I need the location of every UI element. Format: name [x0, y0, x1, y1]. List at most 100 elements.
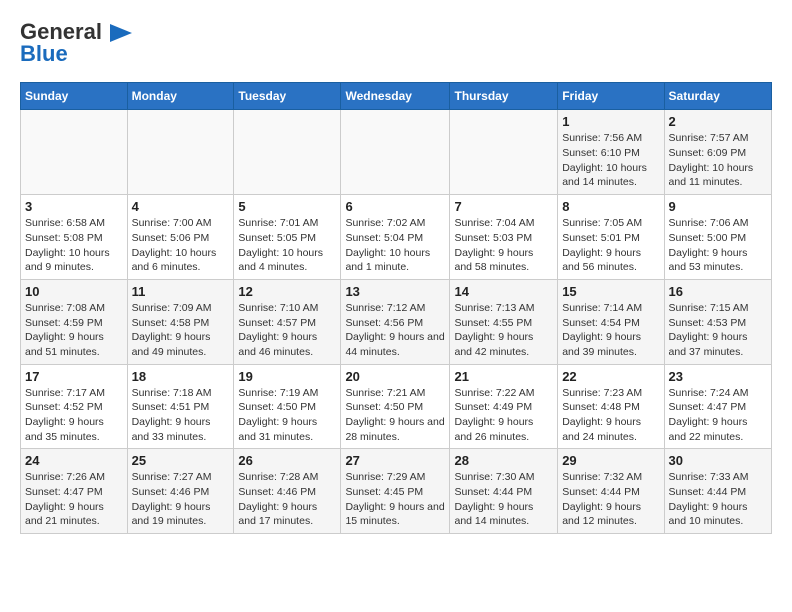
day-number: 22	[562, 369, 659, 384]
calendar-cell: 6 Sunrise: 7:02 AM Sunset: 5:04 PM Daylig…	[341, 195, 450, 280]
calendar-cell: 20 Sunrise: 7:21 AM Sunset: 4:50 PM Dayli…	[341, 364, 450, 449]
day-number: 20	[345, 369, 445, 384]
day-info: Sunrise: 7:00 AM Sunset: 5:06 PM Dayligh…	[132, 216, 230, 275]
day-info: Sunrise: 7:32 AM Sunset: 4:44 PM Dayligh…	[562, 470, 659, 529]
day-info: Sunrise: 7:26 AM Sunset: 4:47 PM Dayligh…	[25, 470, 123, 529]
calendar-cell: 29 Sunrise: 7:32 AM Sunset: 4:44 PM Dayli…	[558, 449, 664, 534]
logo-arrow-icon	[110, 24, 132, 42]
calendar-cell	[21, 110, 128, 195]
calendar-cell: 23Sunrise: 7:24 AM Sunset: 4:47 PM Dayli…	[664, 364, 771, 449]
day-info: Sunrise: 7:19 AM Sunset: 4:50 PM Dayligh…	[238, 386, 336, 445]
calendar-cell: 5 Sunrise: 7:01 AM Sunset: 5:05 PM Daylig…	[234, 195, 341, 280]
calendar-cell: 12 Sunrise: 7:10 AM Sunset: 4:57 PM Dayli…	[234, 279, 341, 364]
calendar-cell: 13 Sunrise: 7:12 AM Sunset: 4:56 PM Dayli…	[341, 279, 450, 364]
day-info: Sunrise: 6:58 AM Sunset: 5:08 PM Dayligh…	[25, 216, 123, 275]
calendar-cell: 2 Sunrise: 7:57 AM Sunset: 6:09 PM Daylig…	[664, 110, 771, 195]
day-info: Sunrise: 7:22 AM Sunset: 4:49 PM Dayligh…	[454, 386, 553, 445]
day-info: Sunrise: 7:23 AM Sunset: 4:48 PM Dayligh…	[562, 386, 659, 445]
calendar-table: SundayMondayTuesdayWednesdayThursdayFrid…	[20, 82, 772, 534]
calendar-cell: 11 Sunrise: 7:09 AM Sunset: 4:58 PM Dayli…	[127, 279, 234, 364]
day-info: Sunrise: 7:08 AM Sunset: 4:59 PM Dayligh…	[25, 301, 123, 360]
calendar-cell: 3 Sunrise: 6:58 AM Sunset: 5:08 PM Daylig…	[21, 195, 128, 280]
day-number: 3	[25, 199, 123, 214]
calendar-cell	[341, 110, 450, 195]
header-sunday: Sunday	[21, 83, 128, 110]
calendar-cell: 1 Sunrise: 7:56 AM Sunset: 6:10 PM Daylig…	[558, 110, 664, 195]
day-info: Sunrise: 7:18 AM Sunset: 4:51 PM Dayligh…	[132, 386, 230, 445]
day-info: Sunrise: 7:06 AM Sunset: 5:00 PM Dayligh…	[669, 216, 767, 275]
day-number: 10	[25, 284, 123, 299]
calendar-cell: 26 Sunrise: 7:28 AM Sunset: 4:46 PM Dayli…	[234, 449, 341, 534]
day-info: Sunrise: 7:21 AM Sunset: 4:50 PM Dayligh…	[345, 386, 445, 445]
day-number: 28	[454, 453, 553, 468]
day-number: 17	[25, 369, 123, 384]
header-monday: Monday	[127, 83, 234, 110]
header-tuesday: Tuesday	[234, 83, 341, 110]
day-number: 8	[562, 199, 659, 214]
day-number: 12	[238, 284, 336, 299]
calendar-cell: 7 Sunrise: 7:04 AM Sunset: 5:03 PM Daylig…	[450, 195, 558, 280]
day-info: Sunrise: 7:30 AM Sunset: 4:44 PM Dayligh…	[454, 470, 553, 529]
day-info: Sunrise: 7:15 AM Sunset: 4:53 PM Dayligh…	[669, 301, 767, 360]
day-info: Sunrise: 7:09 AM Sunset: 4:58 PM Dayligh…	[132, 301, 230, 360]
week-row-2: 3 Sunrise: 6:58 AM Sunset: 5:08 PM Daylig…	[21, 195, 772, 280]
calendar-cell: 9Sunrise: 7:06 AM Sunset: 5:00 PM Daylig…	[664, 195, 771, 280]
header-wednesday: Wednesday	[341, 83, 450, 110]
day-info: Sunrise: 7:27 AM Sunset: 4:46 PM Dayligh…	[132, 470, 230, 529]
day-number: 29	[562, 453, 659, 468]
day-number: 27	[345, 453, 445, 468]
calendar-cell: 24Sunrise: 7:26 AM Sunset: 4:47 PM Dayli…	[21, 449, 128, 534]
calendar-header-row: SundayMondayTuesdayWednesdayThursdayFrid…	[21, 83, 772, 110]
day-number: 4	[132, 199, 230, 214]
day-info: Sunrise: 7:28 AM Sunset: 4:46 PM Dayligh…	[238, 470, 336, 529]
week-row-3: 10 Sunrise: 7:08 AM Sunset: 4:59 PM Dayli…	[21, 279, 772, 364]
day-info: Sunrise: 7:17 AM Sunset: 4:52 PM Dayligh…	[25, 386, 123, 445]
calendar-cell	[127, 110, 234, 195]
day-info: Sunrise: 7:29 AM Sunset: 4:45 PM Dayligh…	[345, 470, 445, 529]
day-number: 21	[454, 369, 553, 384]
day-info: Sunrise: 7:33 AM Sunset: 4:44 PM Dayligh…	[669, 470, 767, 529]
day-number: 1	[562, 114, 659, 129]
calendar-cell: 16Sunrise: 7:15 AM Sunset: 4:53 PM Dayli…	[664, 279, 771, 364]
day-number: 11	[132, 284, 230, 299]
day-number: 15	[562, 284, 659, 299]
calendar-cell	[234, 110, 341, 195]
day-info: Sunrise: 7:01 AM Sunset: 5:05 PM Dayligh…	[238, 216, 336, 275]
day-number: 19	[238, 369, 336, 384]
calendar-cell: 19 Sunrise: 7:19 AM Sunset: 4:50 PM Dayli…	[234, 364, 341, 449]
calendar-cell: 22 Sunrise: 7:23 AM Sunset: 4:48 PM Dayli…	[558, 364, 664, 449]
calendar-cell: 21 Sunrise: 7:22 AM Sunset: 4:49 PM Dayli…	[450, 364, 558, 449]
day-number: 25	[132, 453, 230, 468]
week-row-5: 24Sunrise: 7:26 AM Sunset: 4:47 PM Dayli…	[21, 449, 772, 534]
day-number: 6	[345, 199, 445, 214]
day-info: Sunrise: 7:04 AM Sunset: 5:03 PM Dayligh…	[454, 216, 553, 275]
calendar-cell: 15Sunrise: 7:14 AM Sunset: 4:54 PM Dayli…	[558, 279, 664, 364]
calendar-cell	[450, 110, 558, 195]
day-info: Sunrise: 7:12 AM Sunset: 4:56 PM Dayligh…	[345, 301, 445, 360]
day-info: Sunrise: 7:56 AM Sunset: 6:10 PM Dayligh…	[562, 131, 659, 190]
day-number: 30	[669, 453, 767, 468]
calendar-cell: 18 Sunrise: 7:18 AM Sunset: 4:51 PM Dayli…	[127, 364, 234, 449]
day-number: 13	[345, 284, 445, 299]
day-number: 7	[454, 199, 553, 214]
calendar-cell: 17 Sunrise: 7:17 AM Sunset: 4:52 PM Dayli…	[21, 364, 128, 449]
day-info: Sunrise: 7:10 AM Sunset: 4:57 PM Dayligh…	[238, 301, 336, 360]
week-row-1: 1 Sunrise: 7:56 AM Sunset: 6:10 PM Daylig…	[21, 110, 772, 195]
day-number: 18	[132, 369, 230, 384]
day-number: 2	[669, 114, 767, 129]
calendar-cell: 10 Sunrise: 7:08 AM Sunset: 4:59 PM Dayli…	[21, 279, 128, 364]
calendar-cell: 30 Sunrise: 7:33 AM Sunset: 4:44 PM Dayli…	[664, 449, 771, 534]
logo-blue: Blue	[20, 41, 68, 66]
day-info: Sunrise: 7:57 AM Sunset: 6:09 PM Dayligh…	[669, 131, 767, 190]
day-number: 5	[238, 199, 336, 214]
week-row-4: 17 Sunrise: 7:17 AM Sunset: 4:52 PM Dayli…	[21, 364, 772, 449]
day-info: Sunrise: 7:02 AM Sunset: 5:04 PM Dayligh…	[345, 216, 445, 275]
day-info: Sunrise: 7:05 AM Sunset: 5:01 PM Dayligh…	[562, 216, 659, 275]
header: General Blue	[20, 20, 772, 66]
calendar-cell: 8 Sunrise: 7:05 AM Sunset: 5:01 PM Daylig…	[558, 195, 664, 280]
day-number: 14	[454, 284, 553, 299]
header-friday: Friday	[558, 83, 664, 110]
header-thursday: Thursday	[450, 83, 558, 110]
day-number: 26	[238, 453, 336, 468]
logo: General Blue	[20, 20, 132, 66]
